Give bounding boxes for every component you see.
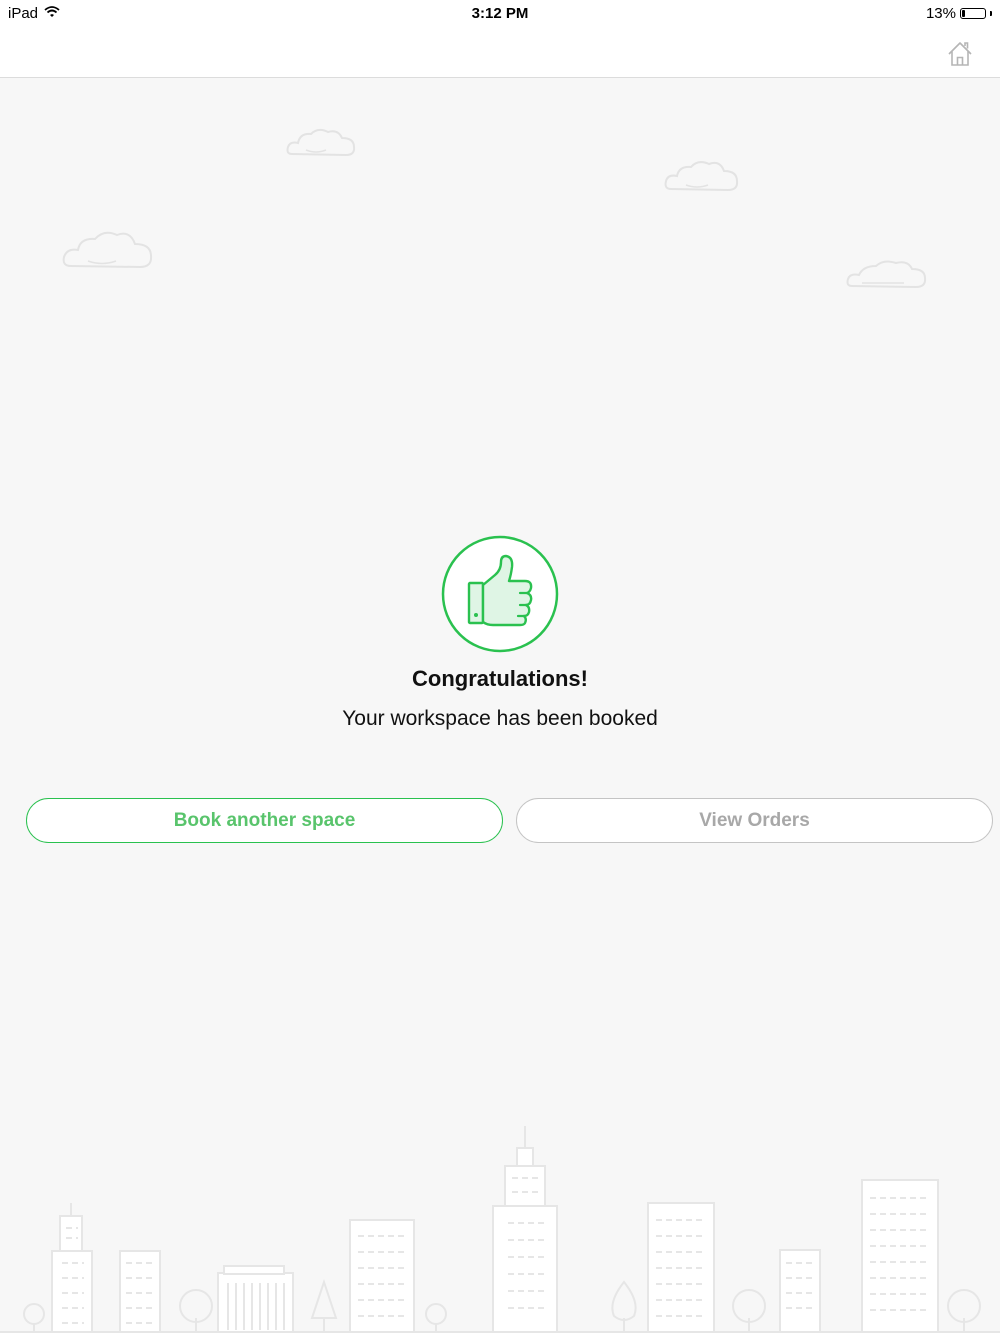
book-another-space-button[interactable]: Book another space: [26, 798, 503, 843]
battery-fill: [962, 10, 965, 17]
cloud-icon: [664, 161, 739, 192]
home-icon: [948, 42, 972, 66]
status-bar: iPad 3:12 PM 13%: [0, 0, 1000, 28]
status-right: 13%: [926, 5, 992, 22]
nav-bar: [0, 28, 1000, 78]
content-area: Congratulations! Your workspace has been…: [0, 78, 1000, 1333]
view-orders-button[interactable]: View Orders: [516, 798, 993, 843]
battery-tip: [990, 11, 992, 16]
home-button[interactable]: [946, 40, 974, 68]
confirmation-message: Your workspace has been booked: [342, 707, 658, 730]
cloud-icon: [846, 260, 927, 289]
cloud-icon: [62, 231, 153, 269]
cloud-icon: [286, 128, 356, 157]
city-skyline-illustration: [0, 1126, 1000, 1333]
battery-percent: 13%: [925, 5, 956, 22]
battery-icon: [960, 8, 986, 19]
confirmation-title: Congratulations!: [412, 666, 588, 691]
thumbs-up-icon: [441, 535, 559, 653]
status-time: 3:12 PM: [471, 5, 529, 22]
